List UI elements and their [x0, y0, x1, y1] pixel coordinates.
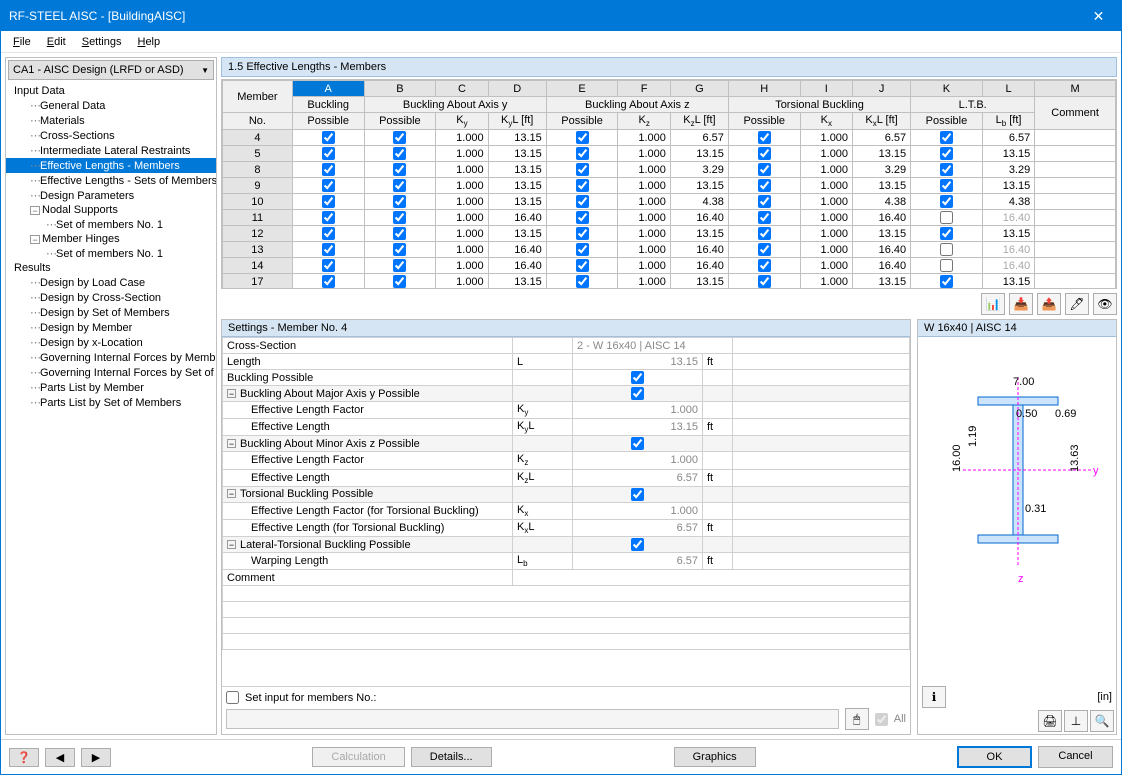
tree-r2[interactable]: ⋯Design by Cross-Section	[6, 290, 216, 305]
table-row[interactable]: 9 1.00013.15 1.00013.15 1.00013.15 13.15	[223, 178, 1116, 194]
menubar: File Edit Settings Help	[1, 31, 1121, 53]
row-header[interactable]: 13	[223, 242, 293, 258]
preview-panel: W 16x40 | AISC 14 y z	[917, 319, 1117, 735]
menu-edit[interactable]: Edit	[39, 34, 74, 50]
next-button[interactable]: ▶	[81, 748, 111, 767]
table-row[interactable]: 10 1.00013.15 1.0004.38 1.0004.38 4.38	[223, 194, 1116, 210]
menu-file[interactable]: File	[5, 34, 39, 50]
svg-text:0.31: 0.31	[1025, 503, 1046, 515]
row-header[interactable]: 8	[223, 162, 293, 178]
print-icon[interactable]: 🖨	[1038, 710, 1062, 732]
footer-bar: ❓ ◀ ▶ Calculation Details... Graphics OK…	[1, 739, 1121, 774]
help-button[interactable]: ❓	[9, 748, 39, 767]
zoom-icon[interactable]: 🔍	[1090, 710, 1114, 732]
tree-materials[interactable]: ⋯Materials	[6, 113, 216, 128]
svg-text:0.69: 0.69	[1055, 408, 1076, 420]
tree-ns[interactable]: −Nodal Supports	[6, 203, 216, 217]
table-row[interactable]: 13 1.00016.40 1.00016.40 1.00016.40 16.4…	[223, 242, 1116, 258]
buckling-possible-checkbox[interactable]	[631, 371, 644, 384]
case-combo[interactable]: CA1 - AISC Design (LRFD or ASD) ▼	[8, 60, 214, 80]
all-checkbox[interactable]	[875, 713, 888, 726]
tree-r8[interactable]: ⋯Parts List by Member	[6, 380, 216, 395]
table-row[interactable]: 8 1.00013.15 1.0003.29 1.0003.29 3.29	[223, 162, 1116, 178]
tree-dp[interactable]: ⋯Design Parameters	[6, 188, 216, 203]
svg-text:7.00: 7.00	[1013, 376, 1034, 388]
titlebar: RF-STEEL AISC - [BuildingAISC] ✕	[1, 1, 1121, 31]
tree-mh[interactable]: −Member Hinges	[6, 232, 216, 246]
table-row[interactable]: 5 1.00013.15 1.00013.15 1.00013.15 13.15	[223, 146, 1116, 162]
svg-text:0.50: 0.50	[1016, 408, 1037, 420]
tree-elsm[interactable]: ⋯Effective Lengths - Sets of Members	[6, 173, 216, 188]
preview-title: W 16x40 | AISC 14	[918, 320, 1116, 337]
row-header[interactable]: 5	[223, 146, 293, 162]
cancel-button[interactable]: Cancel	[1038, 746, 1113, 768]
close-button[interactable]: ✕	[1076, 1, 1121, 31]
settings-panel: Settings - Member No. 4 Cross-Section2 -…	[221, 319, 911, 735]
table-row[interactable]: 11 1.00016.40 1.00016.40 1.00016.40 16.4…	[223, 210, 1116, 226]
tree-r9[interactable]: ⋯Parts List by Set of Members	[6, 395, 216, 410]
view-icon[interactable]: 👁	[1093, 293, 1117, 315]
set-input-checkbox[interactable]	[226, 691, 239, 704]
table-row[interactable]: 12 1.00013.15 1.00013.15 1.00013.15 13.1…	[223, 226, 1116, 242]
row-header[interactable]: 10	[223, 194, 293, 210]
set-input-row: Set input for members No.: 🖱 All	[222, 686, 910, 734]
excel-import-icon[interactable]: 📥	[1009, 293, 1033, 315]
tree-ns-sub[interactable]: ⋯Set of members No. 1	[6, 217, 216, 232]
select-icon[interactable]: 🖊	[1065, 293, 1089, 315]
row-header[interactable]: 9	[223, 178, 293, 194]
row-header[interactable]: 17	[223, 274, 293, 289]
pick-members-icon[interactable]: 🖱	[845, 708, 869, 730]
window-title: RF-STEEL AISC - [BuildingAISC]	[9, 9, 185, 23]
set-input-field[interactable]	[226, 709, 839, 729]
tree-r5[interactable]: ⋯Design by x-Location	[6, 335, 216, 350]
prev-button[interactable]: ◀	[45, 748, 75, 767]
svg-text:1.19: 1.19	[967, 426, 979, 447]
tree-input-data[interactable]: Input Data	[6, 84, 216, 98]
row-header[interactable]: 4	[223, 130, 293, 146]
left-panel: CA1 - AISC Design (LRFD or ASD) ▼ Input …	[5, 57, 217, 735]
graphics-button[interactable]: Graphics	[674, 747, 756, 767]
info-icon[interactable]: ℹ	[922, 686, 946, 708]
axes-icon[interactable]: ⊥	[1064, 710, 1088, 732]
section-title: 1.5 Effective Lengths - Members	[221, 57, 1117, 77]
tree-cs[interactable]: ⋯Cross-Sections	[6, 128, 216, 143]
table-row[interactable]: 4 1.00013.15 1.0006.57 1.0006.57 6.57	[223, 130, 1116, 146]
settings-title: Settings - Member No. 4	[222, 320, 910, 337]
svg-text:y: y	[1093, 465, 1099, 477]
right-panel: 1.5 Effective Lengths - Members Member A…	[221, 57, 1117, 735]
row-header[interactable]: 14	[223, 258, 293, 274]
chevron-down-icon: ▼	[201, 66, 209, 75]
table-row[interactable]: 17 1.00013.15 1.00013.15 1.00013.15 13.1…	[223, 274, 1116, 289]
excel-sync-icon[interactable]: 📤	[1037, 293, 1061, 315]
excel-export-icon[interactable]: 📊	[981, 293, 1005, 315]
row-header[interactable]: 11	[223, 210, 293, 226]
tree-r7[interactable]: ⋯Governing Internal Forces by Set of Mem…	[6, 365, 216, 380]
tree-ilr[interactable]: ⋯Intermediate Lateral Restraints	[6, 143, 216, 158]
tree-r3[interactable]: ⋯Design by Set of Members	[6, 305, 216, 320]
tree-r6[interactable]: ⋯Governing Internal Forces by Member	[6, 350, 216, 365]
tree-results[interactable]: Results	[6, 261, 216, 275]
table-row[interactable]: 14 1.00016.40 1.00016.40 1.00016.40 16.4…	[223, 258, 1116, 274]
svg-text:16.00: 16.00	[951, 444, 963, 472]
tree-elm[interactable]: ⋯Effective Lengths - Members	[6, 158, 216, 173]
calculation-button[interactable]: Calculation	[312, 747, 404, 767]
cross-section-preview: y z 7.00 0.50 16.00 13.63 0.31 1.19 0.69	[918, 337, 1116, 686]
tree-r1[interactable]: ⋯Design by Load Case	[6, 275, 216, 290]
tree-r4[interactable]: ⋯Design by Member	[6, 320, 216, 335]
col-member: Member	[223, 81, 293, 113]
ok-button[interactable]: OK	[957, 746, 1032, 768]
menu-help[interactable]: Help	[129, 34, 168, 50]
tree-general[interactable]: ⋯General Data	[6, 98, 216, 113]
main-grid[interactable]: Member A B C D E F G H I J K L M	[221, 79, 1117, 289]
details-button[interactable]: Details...	[411, 747, 492, 767]
tree-mh-sub[interactable]: ⋯Set of members No. 1	[6, 246, 216, 261]
svg-text:z: z	[1018, 573, 1024, 585]
grid-toolbar: 📊 📥 📤 🖊 👁	[221, 289, 1117, 319]
svg-text:13.63: 13.63	[1069, 444, 1081, 472]
row-header[interactable]: 12	[223, 226, 293, 242]
nav-tree: Input Data ⋯General Data ⋯Materials ⋯Cro…	[6, 82, 216, 734]
menu-settings[interactable]: Settings	[74, 34, 130, 50]
